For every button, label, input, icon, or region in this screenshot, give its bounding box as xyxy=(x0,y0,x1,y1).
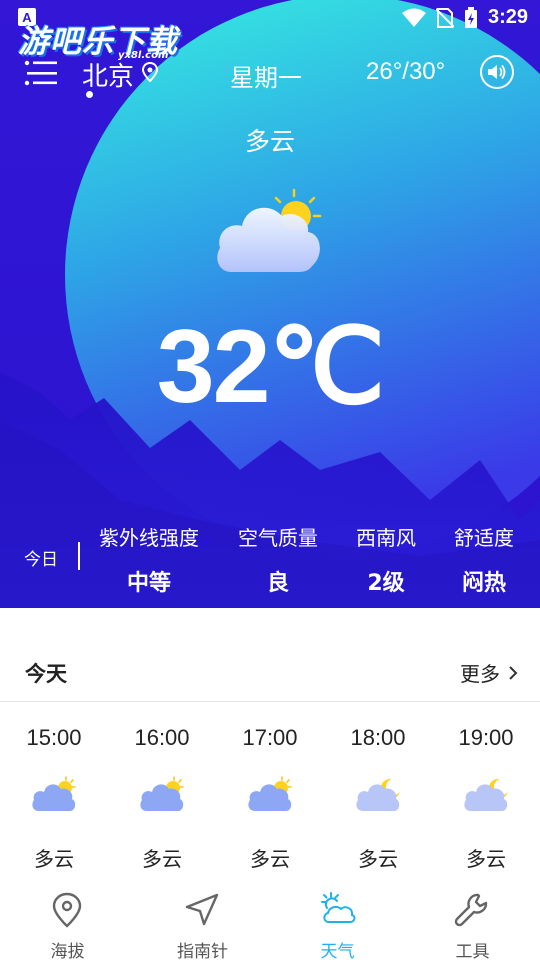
battery-charging-icon xyxy=(464,6,477,28)
wrench-icon xyxy=(454,893,488,927)
cloud-moon-icon xyxy=(464,778,508,811)
chevron-right-icon xyxy=(509,665,518,680)
sound-button[interactable] xyxy=(480,55,514,89)
tab-label: 指南针 xyxy=(177,942,228,962)
stat-value: 2级 xyxy=(367,571,405,596)
stat-value: 闷热 xyxy=(461,571,506,596)
more-button[interactable]: 更多 xyxy=(460,658,518,687)
current-temperature: 32℃ xyxy=(156,309,385,425)
weather-icon xyxy=(321,892,356,923)
cloud-sun-icon xyxy=(248,776,292,811)
tab-label: 天气 xyxy=(320,942,355,962)
stat-uv: 紫外线强度 中等 xyxy=(96,522,202,597)
hour-condition: 多云 xyxy=(466,847,506,871)
speaker-icon xyxy=(488,64,506,80)
hourly-item: 17:00 多云 xyxy=(216,725,324,872)
today-label: 今日 xyxy=(24,550,58,570)
current-condition: 多云 xyxy=(244,127,295,156)
cloud-moon-icon xyxy=(356,778,400,811)
stat-label: 空气质量 xyxy=(238,526,318,550)
divider xyxy=(78,542,80,570)
cloud-sun-icon xyxy=(32,776,76,811)
cloud-sun-icon xyxy=(140,776,184,811)
hour-time: 18:00 xyxy=(350,725,406,750)
menu-icon[interactable] xyxy=(24,58,58,88)
cloud-sun-icon xyxy=(217,188,322,272)
tab-compass[interactable]: 指南针 xyxy=(135,870,270,962)
hour-condition: 多云 xyxy=(358,847,398,871)
stat-label: 紫外线强度 xyxy=(99,526,199,550)
page-indicator-dot xyxy=(86,91,93,98)
stat-wind: 西南风 2级 xyxy=(350,522,422,597)
stat-value: 良 xyxy=(266,571,289,596)
stat-label: 西南风 xyxy=(356,526,416,550)
hour-time: 16:00 xyxy=(134,725,190,750)
no-sim-icon xyxy=(435,7,454,28)
location-pin-icon xyxy=(52,892,82,928)
stat-air-quality: 空气质量 良 xyxy=(232,522,324,597)
temperature-range: 26°/30° xyxy=(366,58,446,85)
section-title: 今天 xyxy=(25,662,67,686)
weather-hero: A 3:29 游吧乐下载 yx8l.com 北京 星期一 26°/30° 多云 … xyxy=(0,0,540,608)
tab-label: 海拔 xyxy=(50,942,85,962)
navigation-arrow-icon xyxy=(185,893,219,926)
hour-time: 19:00 xyxy=(458,725,514,750)
hourly-item: 16:00 多云 xyxy=(108,725,216,872)
bottom-tab-bar: 海拔 指南针 天气 工具 xyxy=(0,870,540,962)
hour-condition: 多云 xyxy=(34,847,74,871)
hour-time: 15:00 xyxy=(26,725,82,750)
hourly-item: 18:00 多云 xyxy=(324,725,432,872)
hourly-header: 今天 更多 xyxy=(0,608,540,702)
tab-altitude[interactable]: 海拔 xyxy=(0,870,135,962)
hour-condition: 多云 xyxy=(142,847,182,871)
more-label: 更多 xyxy=(460,662,500,686)
tab-weather[interactable]: 天气 xyxy=(270,870,405,962)
hourly-item: 19:00 多云 xyxy=(432,725,540,872)
status-time: 3:29 xyxy=(487,6,528,28)
tab-tools[interactable]: 工具 xyxy=(405,870,540,962)
stat-comfort: 舒适度 闷热 xyxy=(448,522,520,597)
wifi-icon xyxy=(401,8,426,27)
location-pin-icon[interactable] xyxy=(142,62,158,82)
tab-label: 工具 xyxy=(455,942,490,962)
hour-time: 17:00 xyxy=(242,725,298,750)
city-name[interactable]: 北京 xyxy=(82,56,134,93)
stat-value: 中等 xyxy=(126,571,171,596)
hourly-item: 15:00 多云 xyxy=(0,725,108,872)
weekday: 星期一 xyxy=(230,64,302,92)
hour-condition: 多云 xyxy=(250,847,290,871)
stat-label: 舒适度 xyxy=(454,526,514,550)
